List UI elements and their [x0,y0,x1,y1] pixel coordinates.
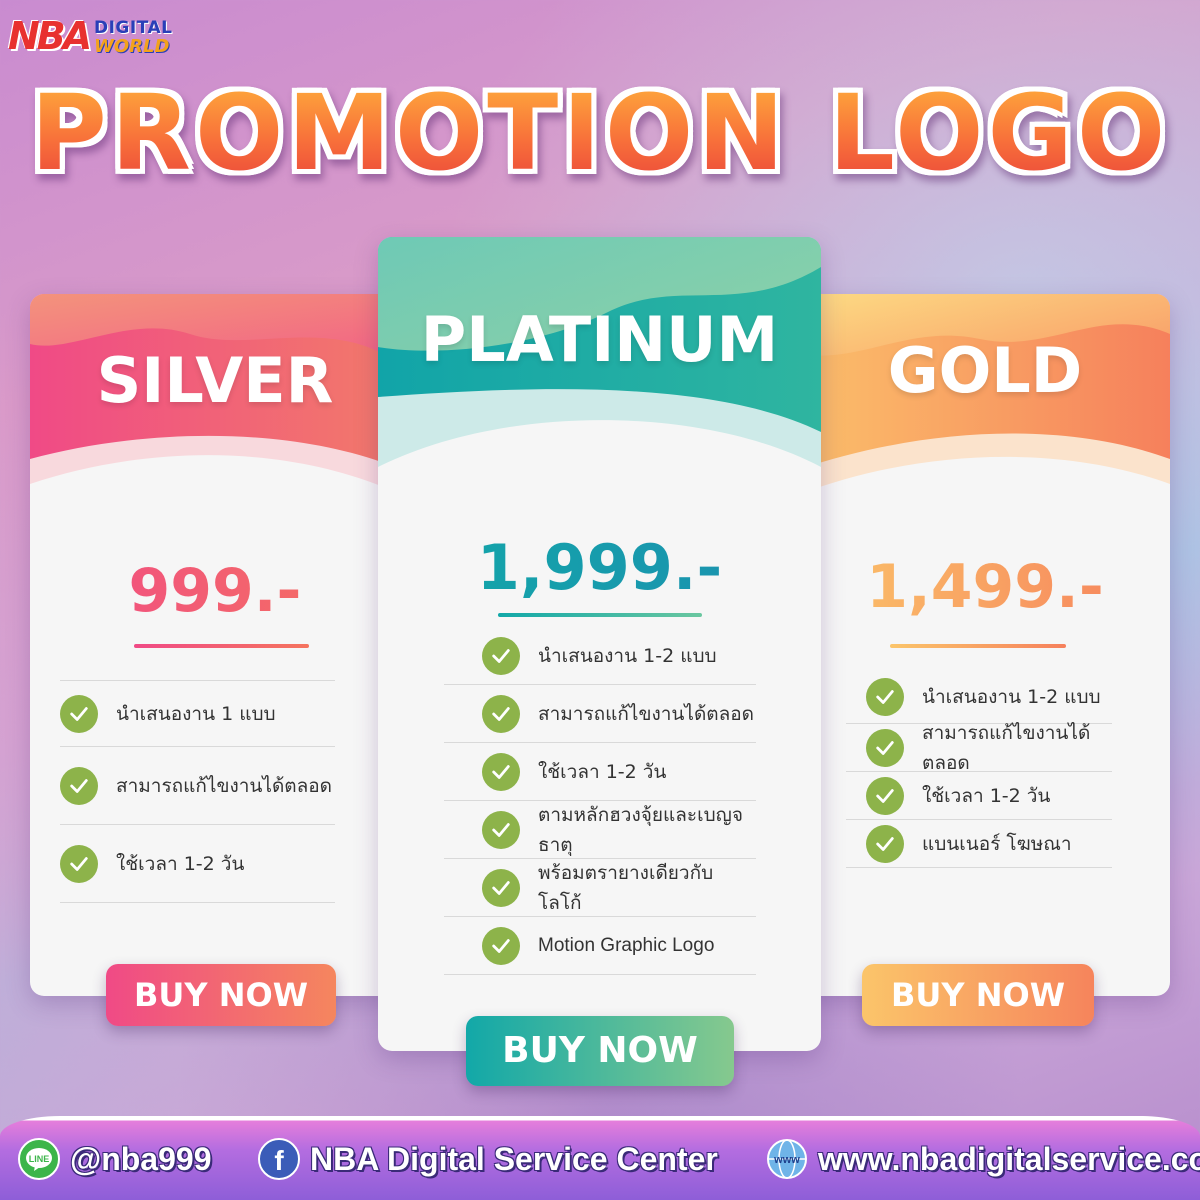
gold-buy-now-button[interactable]: BUY NOW [862,964,1094,1026]
list-item: ใช้เวลา 1-2 วัน [444,743,756,801]
svg-text:LINE: LINE [29,1154,50,1164]
line-id-text: @nba999 [70,1140,212,1177]
silver-buy-now-button[interactable]: BUY NOW [106,964,336,1026]
list-item: สามารถแก้ไขงานได้ตลอด [846,722,1112,774]
list-item: ตามหลักฮวงจุ้ยและเบญจธาตุ [444,801,756,859]
feature-text: ตามหลักฮวงจุ้ยและเบญจธาตุ [538,803,743,856]
check-icon [482,926,520,965]
feature-text: ใช้เวลา 1-2 วัน [116,852,245,875]
check-icon [482,752,520,791]
gold-header-wave [800,294,1170,544]
list-item: นำเสนองาน 1-2 แบบ [846,670,1112,724]
plan-card-platinum: PLATINUM 1,999.- นำเสนองาน 1-2 แบบ สามาร… [378,237,821,1051]
list-item: สามารถแก้ไขงานได้ตลอด [444,685,756,743]
silver-header-wave [30,294,400,544]
silver-feature-list: นำเสนองาน 1 แบบ สามารถแก้ไขงานได้ตลอด ใช… [60,680,335,903]
feature-text: นำเสนองาน 1-2 แบบ [922,685,1101,708]
facebook-icon: f [258,1138,300,1180]
feature-text: ใช้เวลา 1-2 วัน [538,760,667,783]
feature-text: แบนเนอร์ โฆษณา [922,832,1072,855]
list-item: สามารถแก้ไขงานได้ตลอด [60,747,335,825]
silver-price-underline [134,644,309,648]
gold-feature-list: นำเสนองาน 1-2 แบบ สามารถแก้ไขงานได้ตลอด … [846,670,1112,868]
line-icon: LINE [18,1138,60,1180]
feature-text: นำเสนองาน 1-2 แบบ [538,644,717,667]
page-title: PROMOTION LOGO [0,72,1200,194]
check-icon [60,694,98,733]
feature-text: ใช้เวลา 1-2 วัน [922,784,1051,807]
feature-text: นำเสนองาน 1 แบบ [116,702,276,725]
website-text: www.nbadigitalservice.com [818,1140,1200,1177]
plan-card-gold: GOLD 1,499.- นำเสนองาน 1-2 แบบ สามารถแก้… [800,294,1170,996]
gold-price-underline [890,644,1066,648]
platinum-feature-list: นำเสนองาน 1-2 แบบ สามารถแก้ไขงานได้ตลอด … [444,627,756,975]
platinum-price: 1,999.- [378,531,821,604]
feature-text: สามารถแก้ไขงานได้ตลอด [538,702,755,725]
platinum-price-underline [498,613,702,617]
check-icon [482,636,520,675]
check-icon [866,776,904,815]
feature-text: พร้อมตรายางเดียวกับโลโก้ [538,861,714,914]
list-item: นำเสนองาน 1 แบบ [60,680,335,747]
feature-text: สามารถแก้ไขงานได้ตลอด [116,774,333,797]
check-icon [482,694,520,733]
gold-tier-name: GOLD [887,334,1083,407]
check-icon [482,868,520,907]
logo-digital-text: DIGITAL [94,18,173,38]
facebook-page-text: NBA Digital Service Center [310,1140,718,1177]
feature-text: Motion Graphic Logo [538,934,715,956]
list-item: ใช้เวลา 1-2 วัน [846,772,1112,820]
check-icon [866,677,904,716]
list-item: Motion Graphic Logo [444,917,756,975]
list-item: นำเสนองาน 1-2 แบบ [444,627,756,685]
list-item: ใช้เวลา 1-2 วัน [60,825,335,903]
footer-facebook-contact[interactable]: f NBA Digital Service Center [258,1138,718,1180]
list-item: แบนเนอร์ โฆษณา [846,820,1112,868]
check-icon [482,810,520,849]
nba-digital-world-logo[interactable]: NBA DIGITAL WORLD [8,6,172,58]
check-icon [60,844,98,883]
list-item: พร้อมตรายางเดียวกับโลโก้ [444,859,756,917]
check-icon [866,728,904,767]
svg-text:f: f [274,1145,284,1176]
footer-bar: LINE @nba999 f NBA Digital Service Cente… [0,1116,1200,1200]
plan-card-silver: SILVER 999.- นำเสนองาน 1 แบบ สามารถแก้ไข… [30,294,400,996]
gold-price: 1,499.- [800,552,1170,622]
silver-tier-name: SILVER [96,344,334,417]
footer-line-contact[interactable]: LINE @nba999 [18,1138,211,1180]
silver-price: 999.- [30,556,400,626]
check-icon [60,766,98,805]
footer-website-contact[interactable]: www www.nbadigitalservice.com [766,1138,1200,1180]
logo-world-text: WORLD [94,36,170,57]
feature-text: สามารถแก้ไขงานได้ตลอด [922,721,1091,774]
platinum-tier-name: PLATINUM [420,303,779,376]
globe-icon: www [767,1139,807,1179]
check-icon [866,824,904,863]
logo-nba-text: NBA [8,14,92,58]
svg-text:www: www [773,1154,800,1166]
platinum-buy-now-button[interactable]: BUY NOW [466,1016,734,1086]
